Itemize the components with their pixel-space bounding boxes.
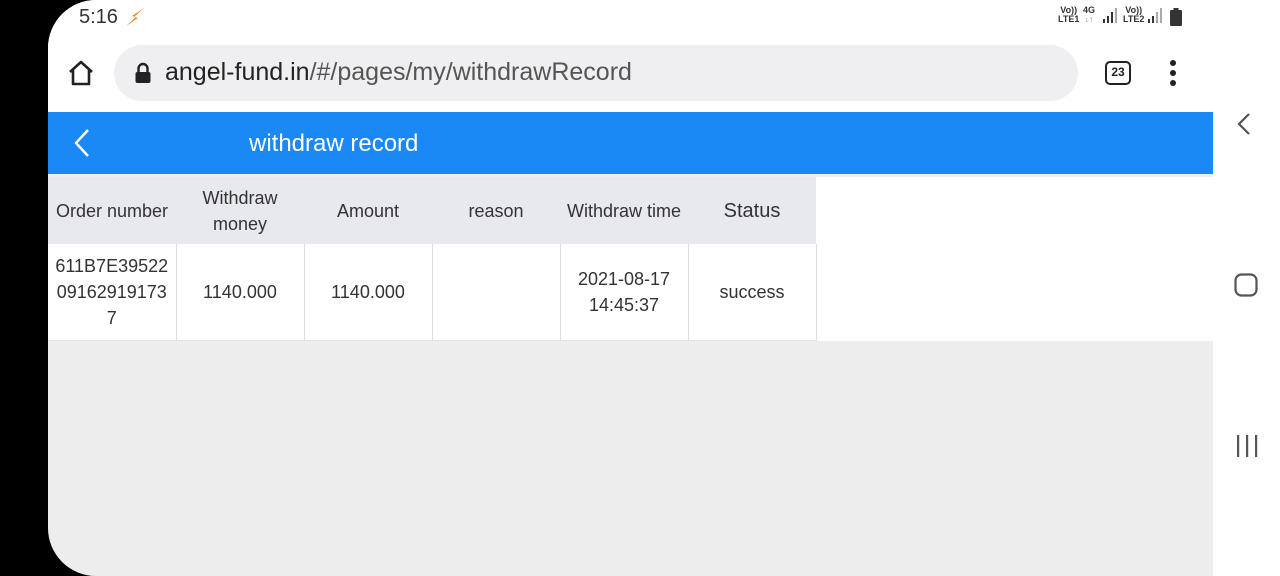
system-back-icon[interactable]: [1233, 111, 1257, 137]
system-home-icon[interactable]: [1233, 272, 1259, 298]
page-title: withdraw record: [249, 130, 419, 157]
lock-icon: [135, 62, 151, 83]
sim2-indicator: Vo)) LTE2: [1123, 6, 1144, 24]
column-header-reason: reason: [432, 177, 560, 244]
battery-icon: [1170, 8, 1182, 26]
app-header: withdraw record: [48, 112, 1213, 174]
data-activity-label: ↓↑: [1084, 14, 1094, 24]
clock: 5:16: [79, 6, 118, 28]
back-icon[interactable]: [70, 127, 94, 159]
home-icon[interactable]: [66, 58, 96, 88]
status-bar: 5:16 Vo)) LTE1 4G ↓↑ Vo)) LTE2: [48, 0, 1213, 36]
status-cell: success: [688, 244, 817, 341]
url-text: angel-fund.in/#/pages/my/withdrawRecord: [165, 58, 632, 87]
withdraw-records-table: Order number Withdraw money Amount reaso…: [48, 177, 817, 341]
url-path: /#/pages/my/withdrawRecord: [309, 58, 632, 86]
column-header-amount: Amount: [304, 177, 432, 244]
more-menu-icon[interactable]: [1162, 58, 1184, 88]
browser-toolbar: angel-fund.in/#/pages/my/withdrawRecord …: [48, 36, 1213, 112]
system-recent-apps-icon[interactable]: [1235, 433, 1259, 459]
withdraw-time-cell: 2021-08-17 14:45:37: [560, 244, 689, 341]
phone-screen: 5:16 Vo)) LTE1 4G ↓↑ Vo)) LTE2 angel-fun…: [48, 0, 1213, 576]
signal-bars-icon: [1148, 8, 1162, 23]
column-header-withdraw-money: Withdraw money: [176, 177, 304, 244]
column-header-status: Status: [688, 177, 816, 244]
network-indicator: 4G ↓↑: [1083, 6, 1095, 24]
notification-bolt-icon: [126, 8, 144, 26]
system-navigation-bar: [1213, 0, 1280, 576]
address-bar[interactable]: angel-fund.in/#/pages/my/withdrawRecord: [114, 45, 1078, 101]
amount-cell: 1140.000: [304, 244, 433, 341]
sim2-lte-label: LTE2: [1123, 14, 1145, 24]
reason-cell: [432, 244, 561, 341]
records-content: Order number Withdraw money Amount reaso…: [48, 177, 1213, 341]
withdraw-money-cell: 1140.000: [176, 244, 305, 341]
column-header-order-number: Order number: [48, 177, 176, 244]
signal-bars-icon: [1103, 8, 1117, 23]
tab-switcher-button[interactable]: 23: [1105, 61, 1131, 85]
sim1-indicator: Vo)) LTE1: [1058, 6, 1079, 24]
table-row: 611B7E39522091629191737 1140.000 1140.00…: [48, 244, 817, 341]
column-header-withdraw-time: Withdraw time: [560, 177, 688, 244]
order-number-cell: 611B7E39522091629191737: [48, 244, 177, 341]
sim1-lte-label: LTE1: [1058, 14, 1080, 24]
table-header-row: Order number Withdraw money Amount reaso…: [48, 177, 816, 244]
url-host: angel-fund.in: [165, 58, 310, 86]
